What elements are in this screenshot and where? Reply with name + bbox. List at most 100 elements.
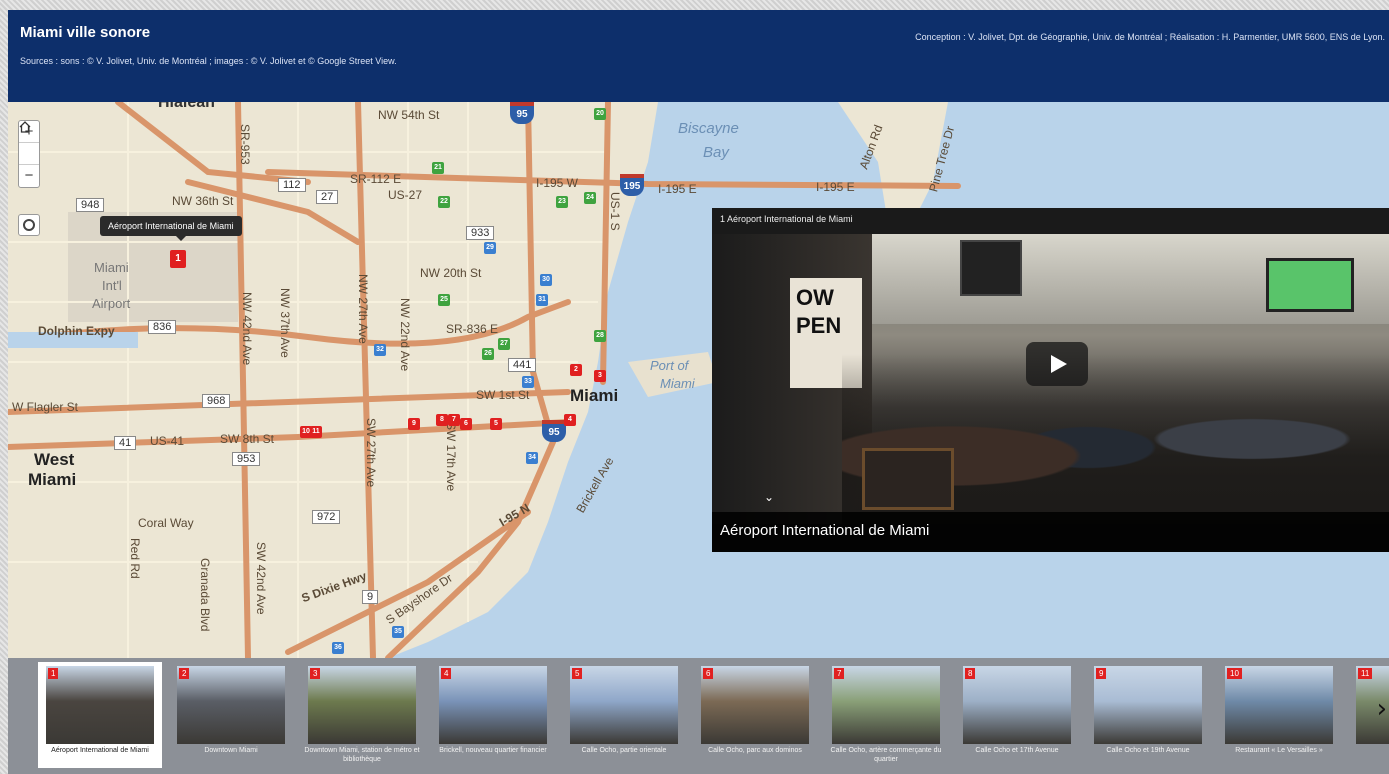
map-marker[interactable]: 8 (436, 414, 448, 426)
play-icon[interactable] (1026, 342, 1088, 386)
map-label-sr953: SR-953 (238, 124, 252, 165)
thumbnail-item[interactable]: 1 Aéroport International de Miami (38, 662, 162, 768)
thumbnail-number: 8 (965, 668, 976, 679)
thumbnail-image (308, 666, 416, 744)
map-label-sw42: SW 42nd Ave (254, 542, 268, 615)
home-icon (19, 121, 31, 133)
map-marker[interactable]: 20 (594, 108, 606, 120)
map-label-nw20: NW 20th St (420, 266, 482, 280)
thumbnail-image (46, 666, 154, 744)
thumbnail-caption: Downtown Miami, station de métro et bibl… (304, 747, 420, 763)
map-label-coral: Coral Way (138, 516, 194, 530)
thumbnail-number: 11 (1358, 668, 1373, 679)
map-marker[interactable]: 28 (594, 330, 606, 342)
map-label-sr836: SR-836 E (446, 322, 499, 336)
locate-button[interactable] (18, 214, 40, 236)
thumbnail-caption: Rest (1348, 746, 1389, 755)
map-marker[interactable]: 36 (332, 642, 344, 654)
map-marker[interactable]: 31 (536, 294, 548, 306)
map-label-sw1: SW 1st St (476, 388, 530, 402)
thumbnail-item[interactable]: 10 Restaurant « Le Versailles » (1217, 662, 1341, 768)
page-title: Miami ville sonore (20, 24, 151, 41)
thumbnail-number: 7 (834, 668, 845, 679)
route-shield: 441 (508, 358, 537, 372)
video-panel[interactable]: 1 Aéroport International de Miami OW PEN… (712, 208, 1389, 552)
route-shield: 836 (148, 320, 177, 334)
map-marker[interactable]: 24 (584, 192, 596, 204)
map-marker[interactable]: 26 (482, 348, 494, 360)
thumbnail-caption: Calle Ocho et 17th Avenue (975, 747, 1059, 754)
route-shield: 27 (316, 190, 339, 204)
thumbnail-number: 3 (310, 668, 321, 679)
map-marker[interactable]: 21 (432, 162, 444, 174)
route-shield: 953 (232, 452, 261, 466)
thumbnail-caption: Calle Ocho, partie orientale (581, 747, 667, 754)
thumbnail-caption: Aéroport International de Miami (51, 747, 149, 754)
thumbnail-item[interactable]: 6 Calle Ocho, parc aux dominos (693, 662, 817, 768)
credits-text: Conception : V. Jolivet, Dpt. de Géograp… (915, 32, 1385, 42)
app-root: Miami ville sonore Sources : sons : © V.… (0, 0, 1389, 774)
thumbnail-item[interactable]: 7 Calle Ocho, artère commerçante du quart… (824, 662, 948, 768)
thumbnail-number: 4 (441, 668, 452, 679)
map-marker[interactable]: 29 (484, 242, 496, 254)
thumbnail-number: 5 (572, 668, 583, 679)
map-marker[interactable]: 23 (556, 196, 568, 208)
map-marker[interactable]: 35 (392, 626, 404, 638)
map-marker[interactable]: 7 (448, 414, 460, 426)
map-label-sr112: SR-112 E (350, 172, 402, 186)
map-label-nw42: NW 42nd Ave (240, 292, 254, 366)
sources-text: Sources : sons : © V. Jolivet, Univ. de … (20, 56, 397, 66)
thumbnail-item[interactable]: 9 Calle Ocho et 19th Avenue (1086, 662, 1210, 768)
map-label-dolphin: Dolphin Expy (38, 324, 115, 338)
map-marker[interactable]: 1 (170, 250, 186, 268)
thumbnail-item[interactable]: 8 Calle Ocho et 17th Avenue (955, 662, 1079, 768)
route-shield: 948 (76, 198, 105, 212)
map-marker[interactable]: 3 (594, 370, 606, 382)
marker-tooltip: Aéroport International de Miami (100, 216, 242, 241)
thumbnail-image (832, 666, 940, 744)
map-marker[interactable]: 11 (310, 426, 322, 438)
map-label-airport-3: Airport (92, 296, 131, 311)
map-marker[interactable]: 30 (540, 274, 552, 286)
map-label-nw37: NW 37th Ave (278, 288, 292, 358)
map-label-port-2: Miami (660, 376, 695, 391)
map-label-nw22: NW 22nd Ave (398, 298, 412, 372)
chevron-right-icon[interactable]: › (1377, 694, 1387, 724)
map-marker[interactable]: 9 (408, 418, 420, 430)
map-label-port-1: Port of (650, 358, 689, 373)
map-label-west-1: West (34, 450, 75, 469)
thumbnail-image (963, 666, 1071, 744)
video-title: 1 Aéroport International de Miami (720, 214, 853, 224)
map-label-us27: US-27 (388, 188, 423, 202)
map-marker[interactable]: 33 (522, 376, 534, 388)
video-caption: Aéroport International de Miami (720, 522, 930, 539)
map-marker[interactable]: 32 (374, 344, 386, 356)
home-button[interactable] (19, 121, 39, 165)
interstate-shield: 195 (620, 174, 644, 196)
map-marker[interactable]: 2 (570, 364, 582, 376)
thumbnail-number: 9 (1096, 668, 1107, 679)
thumbnail-image (570, 666, 678, 744)
map-marker[interactable]: 6 (460, 418, 472, 430)
route-shield: 968 (202, 394, 231, 408)
map-label-i195w: I-195 W (536, 176, 579, 190)
thumbnail-item[interactable]: 2 Downtown Miami (169, 662, 293, 768)
chevron-down-icon[interactable]: ⌄ (764, 490, 774, 504)
thumbnail-caption: Restaurant « Le Versailles » (1235, 747, 1323, 754)
map-marker[interactable]: 34 (526, 452, 538, 464)
thumbnail-item[interactable]: 5 Calle Ocho, partie orientale (562, 662, 686, 768)
map-label-sw17: SW 17th Ave (444, 422, 458, 492)
interstate-shield: 95 (542, 420, 566, 442)
thumbnail-item[interactable]: 4 Brickell, nouveau quartier financier (431, 662, 555, 768)
locate-icon (23, 219, 35, 231)
map-marker[interactable]: 22 (438, 196, 450, 208)
map-marker[interactable]: 4 (564, 414, 576, 426)
zoom-out-button[interactable]: − (19, 165, 39, 187)
video-caption-bar: Aéroport International de Miami (712, 512, 1389, 552)
map-label-west-2: Miami (28, 470, 77, 489)
thumbnail-item[interactable]: 3 Downtown Miami, station de métro et bib… (300, 662, 424, 768)
map-marker[interactable]: 5 (490, 418, 502, 430)
map-marker[interactable]: 27 (498, 338, 510, 350)
map-label-biscayne: Biscayne (678, 120, 739, 137)
map-marker[interactable]: 25 (438, 294, 450, 306)
